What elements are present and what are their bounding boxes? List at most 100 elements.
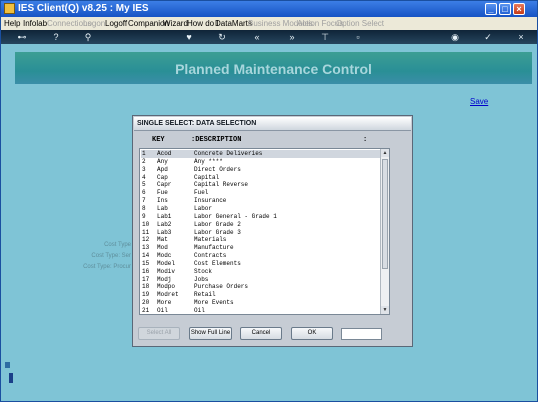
row-number: 6 — [142, 189, 146, 197]
row-number: 3 — [142, 165, 146, 173]
row-key: More — [157, 299, 172, 307]
list-item[interactable]: 12 Mat Materials — [141, 236, 380, 244]
save-link[interactable]: Save — [470, 97, 488, 106]
cost-type-label: Cost Type — [104, 242, 131, 248]
list-item[interactable]: 11 Lab3 Labor Grade 3 — [141, 229, 380, 237]
menu-option-select[interactable]: Option Select — [336, 19, 384, 28]
title-bar[interactable]: IES Client(Q) v8.25 : My IES _ □ × — [1, 1, 537, 17]
scroll-thumb[interactable] — [382, 159, 388, 269]
row-key: Mod — [157, 244, 168, 252]
list-item[interactable]: 5 Capr Capital Reverse — [141, 181, 380, 189]
menu-logoff[interactable]: Logoff — [105, 19, 127, 28]
row-description: Jobs — [194, 275, 209, 283]
list-item[interactable]: 18 Modpo Purchase Orders — [141, 283, 380, 291]
page-title: Planned Maintenance Control — [175, 61, 372, 77]
row-description: Concrete Deliveries — [194, 150, 263, 157]
list-item[interactable]: 1 Acod Concrete Deliveries — [141, 150, 380, 158]
list-item[interactable]: 19 Modret Retail — [141, 291, 380, 299]
row-number: 16 — [142, 267, 150, 275]
row-key: Modc — [157, 252, 172, 260]
list-item[interactable]: 17 Modj Jobs — [141, 276, 380, 284]
side-handle — [5, 362, 10, 368]
list-item[interactable]: 16 Modiv Stock — [141, 268, 380, 276]
menu-how-do-i[interactable]: How do I — [187, 19, 219, 28]
row-key: Capr — [157, 181, 172, 189]
refresh-icon[interactable]: ↻ — [216, 31, 228, 43]
list-item[interactable]: 14 Modc Contracts — [141, 252, 380, 260]
stop-icon[interactable]: ▫ — [352, 31, 364, 43]
app-icon — [4, 3, 15, 14]
row-description: Labor Grade 3 — [194, 228, 241, 236]
row-number: 18 — [142, 283, 150, 291]
row-description: Labor Grade 2 — [194, 220, 241, 228]
close-window-icon[interactable]: × — [513, 3, 525, 15]
ok-button[interactable]: OK — [291, 327, 333, 340]
list-item[interactable]: 21 Oil Oil — [141, 307, 380, 314]
help-icon[interactable]: ? — [50, 31, 62, 43]
menu-logon[interactable]: Logon — [83, 19, 105, 28]
row-description: Labor General - Grade 1 — [194, 212, 277, 220]
header-tail: : — [363, 136, 368, 144]
row-key: Acod — [157, 150, 172, 157]
rewind-icon[interactable]: « — [251, 31, 263, 43]
row-number: 13 — [142, 244, 150, 252]
forward-icon[interactable]: » — [286, 31, 298, 43]
row-number: 15 — [142, 259, 150, 267]
menu-wizard[interactable]: Wizard — [163, 19, 188, 28]
row-description: Manufacture — [194, 244, 234, 252]
row-description: Contracts — [194, 252, 227, 260]
menu-infolab[interactable]: Infolab — [23, 19, 47, 28]
row-key: Modpo — [157, 283, 176, 291]
select-all-button[interactable]: Select All — [138, 327, 180, 340]
row-key: Fue — [157, 189, 168, 197]
row-key: Cap — [157, 173, 168, 181]
list-item[interactable]: 7 Ins Insurance — [141, 197, 380, 205]
row-description: Stock — [194, 267, 213, 275]
menu-help[interactable]: Help — [4, 19, 20, 28]
heart-icon[interactable]: ♥ — [183, 31, 195, 43]
list-item[interactable]: 15 Model Cost Elements — [141, 260, 380, 268]
filter-icon[interactable]: ⊤ — [319, 31, 331, 43]
globe-icon[interactable]: ◉ — [449, 31, 461, 43]
row-description: Retail — [194, 291, 216, 299]
list-item[interactable]: 20 More More Events — [141, 299, 380, 307]
list-item[interactable]: 8 Lab Labor — [141, 205, 380, 213]
list-item[interactable]: 10 Lab2 Labor Grade 2 — [141, 221, 380, 229]
row-number: 19 — [142, 291, 150, 299]
maximize-icon[interactable]: □ — [499, 3, 511, 15]
list-item[interactable]: 13 Mod Manufacture — [141, 244, 380, 252]
close-icon[interactable]: × — [515, 31, 527, 43]
key-column-header: KEY — [152, 136, 165, 144]
menu-bar: Help Infolab Connections Logon Logoff Co… — [1, 17, 537, 30]
row-key: Mat — [157, 236, 168, 244]
row-description: Capital — [194, 173, 220, 181]
row-key: Any — [157, 157, 168, 165]
row-key: Lab — [157, 204, 168, 212]
row-key: Ins — [157, 197, 168, 205]
list-scrollbar[interactable]: ▲ ▼ — [380, 149, 389, 314]
row-number: 1 — [142, 150, 146, 157]
check-icon[interactable]: ✓ — [482, 31, 494, 43]
row-description: More Events — [194, 299, 234, 307]
row-description: Purchase Orders — [194, 283, 249, 291]
list-item[interactable]: 9 Lab1 Labor General - Grade 1 — [141, 213, 380, 221]
scroll-up-icon[interactable]: ▲ — [381, 149, 389, 157]
menu-datamarts[interactable]: DataMarts — [215, 19, 252, 28]
row-key: Lab1 — [157, 212, 172, 220]
row-description: Insurance — [194, 197, 227, 205]
key-icon[interactable]: ⊷ — [13, 31, 31, 43]
list-item[interactable]: 4 Cap Capital — [141, 174, 380, 182]
row-description: Cost Elements — [194, 259, 241, 267]
row-key: Apd — [157, 165, 168, 173]
minimize-icon[interactable]: _ — [485, 3, 497, 15]
list-item[interactable]: 3 Apd Direct Orders — [141, 166, 380, 174]
list-item[interactable]: 6 Fue Fuel — [141, 189, 380, 197]
scroll-down-icon[interactable]: ▼ — [381, 306, 389, 314]
cancel-button[interactable]: Cancel — [240, 327, 282, 340]
show-full-line-button[interactable]: Show Full Line — [189, 327, 232, 340]
row-number: 17 — [142, 275, 150, 283]
search-icon[interactable]: ⚲ — [82, 31, 94, 43]
selection-list[interactable]: 1 Acod Concrete Deliveries 2 Any Any **** 3 Apd… — [139, 148, 390, 315]
filter-input[interactable] — [341, 328, 382, 340]
list-item[interactable]: 2 Any Any **** — [141, 158, 380, 166]
